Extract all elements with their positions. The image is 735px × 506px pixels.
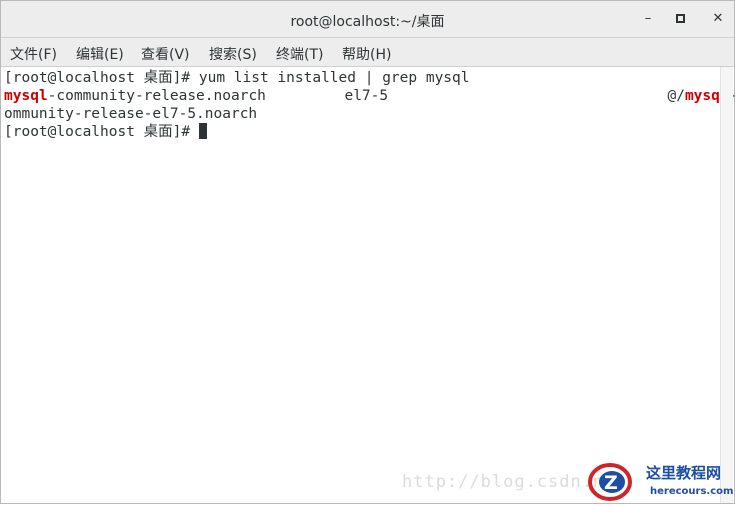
site-logo: Z 这里教程网 herecours.com [588, 458, 734, 502]
result-text: -community-release.noarch el7-5 @/ [47, 88, 685, 104]
maximize-button[interactable] [673, 11, 689, 27]
window-title: root@localhost:~/桌面 [290, 14, 445, 30]
prompt-text: [root@localhost 桌面]# [4, 124, 199, 140]
menu-help[interactable]: 帮助(H) [342, 44, 391, 64]
terminal-window: root@localhost:~/桌面 – ✕ 文件(F) 编辑(E) 查看(V… [0, 0, 735, 504]
terminal-output[interactable]: [root@localhost 桌面]# yum list installed … [1, 67, 735, 503]
close-button[interactable]: ✕ [710, 11, 726, 27]
menu-terminal[interactable]: 终端(T) [276, 44, 323, 64]
logo-subtitle: herecours.com [650, 486, 733, 497]
minimize-button[interactable]: – [640, 11, 656, 27]
logo-title: 这里教程网 [646, 464, 721, 482]
match-highlight: mysql [4, 88, 48, 104]
watermark-url: http://blog.csdn.ne [402, 472, 616, 492]
terminal-line-result: mysql-community-release.noarch el7-5 @/m… [4, 87, 735, 105]
menu-search[interactable]: 搜索(S) [209, 44, 257, 64]
logo-letter: Z [604, 472, 618, 494]
maximize-icon [676, 14, 685, 23]
terminal-line-wrap: ommunity-release-el7-5.noarch [4, 106, 258, 122]
terminal-line-command: [root@localhost 桌面]# yum list installed … [4, 70, 470, 86]
logo-mark-icon: Z 这里教程网 herecours.com [588, 463, 733, 501]
menu-bar: 文件(F) 编辑(E) 查看(V) 搜索(S) 终端(T) 帮助(H) [1, 38, 734, 67]
text-cursor [198, 123, 207, 139]
menu-view[interactable]: 查看(V) [141, 44, 190, 64]
title-bar[interactable]: root@localhost:~/桌面 – ✕ [1, 1, 734, 38]
menu-edit[interactable]: 编辑(E) [76, 44, 124, 64]
scrollbar[interactable] [720, 67, 733, 503]
terminal-line-prompt: [root@localhost 桌面]# [4, 123, 207, 141]
menu-file[interactable]: 文件(F) [10, 44, 57, 64]
